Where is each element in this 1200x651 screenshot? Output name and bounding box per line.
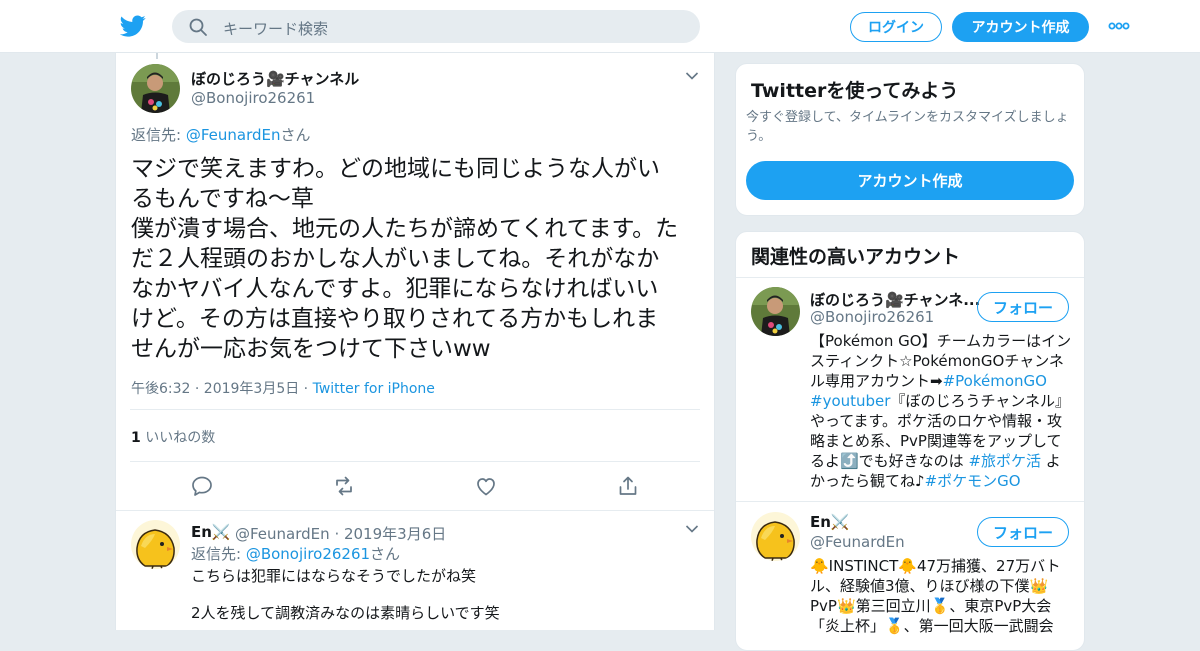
account-bio: 🐥INSTINCT🐥47万捕獲、27万バト ル、経験値3億、りほび様の下僕👑 P… [810,556,1072,636]
avatar[interactable] [131,520,180,569]
reply-author-handle: @FeunardEn · 2019年3月6日 [235,523,446,544]
hashtag-link[interactable]: #ポケモンGO [925,472,1021,490]
reply-text-line: 2人を残して調教済みなのは素晴らしいです笑 [191,604,500,622]
reply-text-line: こちらは犯罪にはならなそうでしたがね笑 [191,567,477,585]
like-stats[interactable]: 1 いいねの数 [131,427,215,447]
tweet-text-line: だ２人程頭のおかしな人がいましてね。それがなか [131,246,660,272]
bio-line-text: ル専用アカウント➡ [810,372,943,390]
tweet-detail-column: ぼのじろう🎥チャンネル @Bonojiro26261 返信先: @Feunard… [115,53,715,630]
create-account-button[interactable]: アカウント作成 [746,161,1074,200]
reply-icon[interactable] [190,474,214,498]
bio-line: ル専用アカウント➡#PokémonGO [810,371,1072,391]
avatar[interactable] [751,287,800,336]
reply-to-prefix: 返信先: [131,126,186,144]
like-heart-icon[interactable] [474,474,498,498]
reply-to-handle-link[interactable]: @Bonojiro26261 [246,545,370,563]
tweet-text-line: るもんですね〜草 [131,186,314,212]
bio-line: PvP👑第三回立川🥇、東京PvP大会 [810,597,1052,615]
bio-line: やってます。ポケ活のロケや情報・攻 [810,412,1063,430]
reply-to-handle-link[interactable]: @FeunardEn [186,126,281,144]
metadata-separator: · [299,381,313,397]
tweet-text-line: なかヤバイ人なんですよ。犯罪にならなければいい [131,276,659,302]
bio-line: かったら観てね♪#ポケモンGO [810,471,1072,491]
bio-line: るよ⤴️でも好きなのは #旅ポケ活 よ [810,451,1072,471]
bio-line: 「炎上杯」🥇、第一回大阪一武闘会 [810,617,1054,635]
signup-card-title: Twitterを使ってみよう [751,80,959,102]
account-bio: 【Pokémon GO】チームカラーはイン スティンクト☆PokémonGOチャ… [810,331,1072,491]
retweet-icon[interactable] [332,474,356,498]
account-handle[interactable]: @FeunardEn [810,533,905,551]
hashtag-link[interactable]: #旅ポケ活 [968,452,1041,470]
account-name[interactable]: En⚔️ [810,513,850,531]
divider [736,277,1084,278]
top-navigation-bar: キーワード検索 ログイン アカウント作成 [0,0,1200,53]
related-accounts-card: 関連性の高いアカウント ぼのじろう🎥チャンネ... @Bonojiro26261… [735,231,1085,651]
search-icon [189,18,207,36]
avatar-illustration-icon [751,512,800,561]
thread-connector-line [156,53,158,59]
tweet-text-line: 僕が潰す場合、地元の人たちが諦めてくれてます。た [131,216,679,242]
bio-line: 【Pokémon GO】チームカラーはイン [810,332,1072,350]
bio-line-text: かったら観てね♪ [810,472,925,490]
like-count-label: いいねの数 [145,430,216,446]
reply-to-suffix: さん [280,126,311,144]
reply-to-line: 返信先: @Bonojiro26261さん [191,543,400,564]
share-icon[interactable] [616,474,640,498]
bio-line-text: よ [1041,452,1061,470]
bio-line: ル、経験値3億、りほび様の下僕👑 [810,577,1049,595]
avatar[interactable] [131,64,180,113]
reply-to-line: 返信先: @FeunardEnさん [131,124,311,145]
search-box[interactable]: キーワード検索 [172,10,700,43]
signup-button[interactable]: アカウント作成 [952,12,1089,42]
tweet-separator [116,510,714,511]
signup-card-subtitle: 今すぐ登録して、タイムラインをカスタマイズしましょう。 [746,110,1069,144]
reply-to-prefix: 返信先: [191,545,246,563]
avatar-photo-icon [131,64,180,113]
more-options-icon[interactable] [1108,20,1130,32]
avatar-photo-icon [751,287,800,336]
hashtag-link[interactable]: #PokémonGO [943,372,1047,390]
tweet-timestamp[interactable]: 午後6:32 · 2019年3月5日 [131,381,299,397]
hashtag-link[interactable]: #youtuber [810,392,890,410]
reply-handle[interactable]: @FeunardEn [235,525,330,543]
account-handle[interactable]: @Bonojiro26261 [810,308,934,326]
chevron-down-icon[interactable] [685,524,699,534]
tweet-text-line: けど。その方は直接やり取りされてる方かもしれま [131,306,659,332]
bio-line: 🐥INSTINCT🐥47万捕獲、27万バト [810,557,1061,575]
bio-line-text: るよ⤴️でも好きなのは [810,452,969,470]
reply-date[interactable]: · 2019年3月6日 [334,525,446,543]
like-count: 1 [131,430,141,446]
search-input[interactable]: キーワード検索 [223,18,328,39]
tweet-text-line: せんが一応お気をつけて下さいww [131,336,491,362]
account-name[interactable]: ぼのじろう🎥チャンネ... [810,289,980,310]
signup-card: Twitterを使ってみよう 今すぐ登録して、タイムラインをカスタマイズしましょ… [735,63,1085,216]
bio-line: 略まとめ系、PvP関連等をアップして [810,432,1062,450]
divider [736,501,1084,502]
tweet-source-link[interactable]: Twitter for iPhone [313,381,435,397]
tweet-metadata: 午後6:32 · 2019年3月5日 · Twitter for iPhone [131,378,435,398]
author-handle[interactable]: @Bonojiro26261 [191,89,315,107]
login-button[interactable]: ログイン [850,12,942,42]
chevron-down-icon[interactable] [685,71,699,81]
tweet-text: マジで笑えますわ。どの地域にも同じような人がい るもんですね〜草 僕が潰す場合、… [131,154,703,364]
follow-button[interactable]: フォロー [977,517,1069,547]
bio-line-text: スティンクト☆PokémonGOチャンネ [810,352,1064,370]
follow-button[interactable]: フォロー [977,292,1069,322]
bio-line-text: 『ぼのじろうチャンネル』 [890,392,1070,410]
reply-author-name[interactable]: En⚔️ [191,523,231,541]
tweet-text-line: マジで笑えますわ。どの地域にも同じような人がい [131,156,660,182]
related-accounts-title: 関連性の高いアカウント [751,246,961,268]
bio-line: #youtuber『ぼのじろうチャンネル』 [810,391,1072,411]
avatar-illustration-icon [131,520,180,569]
divider [130,461,700,462]
divider [130,409,700,410]
bio-line: スティンクト☆PokémonGOチャンネ [810,351,1072,371]
reply-to-suffix: さん [370,545,401,563]
avatar[interactable] [751,512,800,561]
author-name[interactable]: ぼのじろう🎥チャンネル [191,68,359,89]
twitter-bird-logo-icon[interactable] [120,13,146,39]
